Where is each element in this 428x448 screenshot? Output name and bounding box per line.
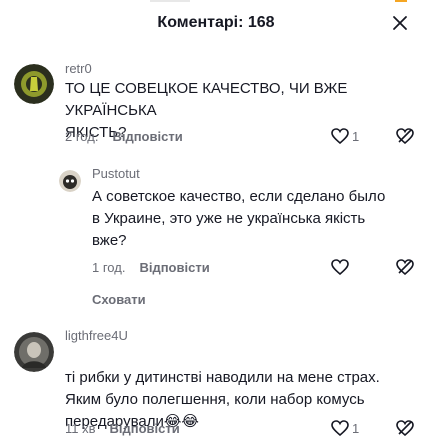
comment-username[interactable]: ligthfree4U	[65, 328, 128, 343]
dislike-button[interactable]	[395, 419, 415, 442]
heart-icon	[331, 420, 349, 437]
comments-sheet: Коментарі: 168 retr0 ТО ЦЕ СОВЕЦКОЕ КАЧЕ…	[0, 0, 428, 448]
avatar[interactable]	[14, 332, 54, 372]
comment-text: ті рибки у дитинстві наводили на мене ст…	[65, 345, 420, 433]
laughing-emoji: 😂	[181, 413, 199, 430]
comment-item: ligthfree4U ті рибки у дитинстві наводил…	[0, 0, 428, 448]
comment-meta: 11 хв Відповісти	[65, 421, 180, 436]
dislike-icon	[396, 420, 414, 437]
like-button[interactable]: 1	[330, 419, 359, 437]
comment-time: 11 хв	[65, 421, 96, 436]
reply-button[interactable]: Відповісти	[110, 421, 180, 436]
like-count: 1	[352, 420, 360, 436]
